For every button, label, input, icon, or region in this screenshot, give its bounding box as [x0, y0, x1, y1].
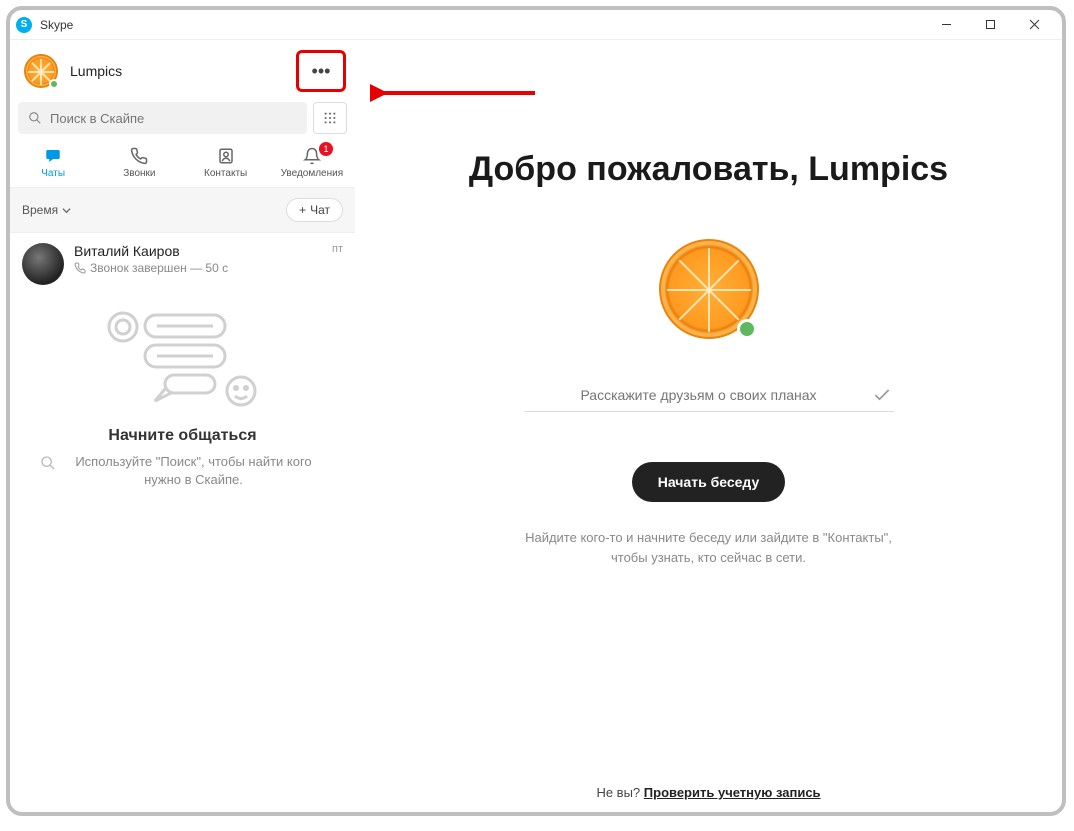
maximize-button[interactable] — [968, 10, 1012, 40]
skype-logo-icon: S — [16, 17, 32, 33]
check-icon[interactable] — [872, 385, 892, 405]
new-chat-button[interactable]: + Чат — [286, 198, 343, 222]
titlebar: S Skype — [10, 10, 1062, 40]
sort-dropdown[interactable]: Время — [22, 203, 71, 217]
tab-label: Уведомления — [281, 168, 344, 179]
search-input-container[interactable] — [18, 102, 307, 134]
empty-illustration-icon — [103, 305, 263, 415]
profile-name[interactable]: Lumpics — [70, 63, 122, 79]
contact-name: Виталий Каиров — [74, 243, 322, 259]
tab-label: Звонки — [123, 168, 155, 179]
help-text: Найдите кого-то и начните беседу или зай… — [519, 528, 899, 567]
chat-subtitle: Звонок завершен — 50 с — [74, 261, 322, 275]
tab-chats[interactable]: Чаты — [10, 140, 96, 187]
dialpad-button[interactable] — [313, 102, 347, 134]
mood-message-input[interactable] — [526, 387, 872, 403]
plus-icon: + — [299, 203, 306, 217]
chat-list-item[interactable]: Виталий Каиров Звонок завершен — 50 с пт — [10, 233, 355, 295]
empty-subtitle: Используйте "Поиск", чтобы найти кого ну… — [62, 453, 325, 489]
sidebar: Lumpics ••• — [10, 40, 355, 812]
tab-contacts[interactable]: Контакты — [183, 140, 269, 187]
search-icon — [28, 111, 42, 125]
notification-badge: 1 — [319, 142, 333, 156]
profile-avatar-large[interactable] — [659, 239, 759, 339]
minimize-button[interactable] — [924, 10, 968, 40]
main-panel: Добро пожаловать, Lumpics Нача — [355, 40, 1062, 812]
tab-notifications[interactable]: 1 Уведомления — [269, 140, 355, 187]
profile-avatar[interactable] — [24, 54, 58, 88]
chat-icon — [43, 146, 63, 166]
contacts-icon — [217, 146, 235, 166]
empty-title: Начните общаться — [108, 427, 256, 445]
call-ended-icon — [74, 262, 86, 274]
chat-timestamp: пт — [332, 243, 343, 255]
verify-account-link[interactable]: Проверить учетную запись — [644, 785, 821, 800]
search-input[interactable] — [50, 111, 297, 126]
tab-label: Чаты — [41, 168, 65, 179]
welcome-heading: Добро пожаловать, Lumpics — [469, 150, 948, 189]
account-verify-row: Не вы? Проверить учетную запись — [355, 785, 1062, 800]
window-title: Skype — [40, 18, 73, 32]
search-icon — [40, 455, 56, 471]
contact-avatar — [22, 243, 64, 285]
empty-state: Начните общаться Используйте "Поиск", чт… — [10, 295, 355, 509]
start-conversation-button[interactable]: Начать беседу — [632, 462, 785, 502]
tab-label: Контакты — [204, 168, 247, 179]
chevron-down-icon — [62, 206, 71, 215]
tab-calls[interactable]: Звонки — [96, 140, 182, 187]
status-indicator — [737, 319, 757, 339]
phone-icon — [130, 146, 148, 166]
ellipsis-icon: ••• — [312, 61, 331, 82]
status-indicator — [49, 79, 59, 89]
not-you-label: Не вы? — [596, 785, 640, 800]
close-button[interactable] — [1012, 10, 1056, 40]
more-menu-button[interactable]: ••• — [301, 54, 341, 88]
dialpad-icon — [323, 111, 337, 125]
